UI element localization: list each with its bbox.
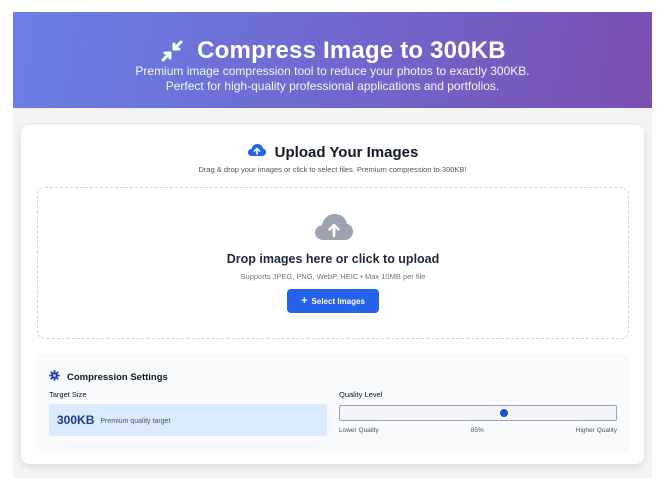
settings-title: Compression Settings (67, 371, 168, 383)
target-size-value: 300KB (57, 413, 95, 427)
quality-level-label: Quality Level (339, 390, 383, 399)
upload-title: Upload Your Images (274, 144, 419, 161)
compression-settings-panel: Compression Settings Target Size 300KB P… (37, 354, 629, 452)
upload-header: Upload Your Images (21, 142, 644, 163)
hero-title-row: Compress Image to 300KB (13, 37, 652, 65)
target-size-label: Target Size (49, 390, 87, 399)
upload-subtitle: Drag & drop your images or click to sele… (198, 165, 467, 174)
quality-value-label: 85% (470, 427, 484, 434)
quality-slider-thumb[interactable] (500, 409, 509, 417)
upload-card: Upload Your Images Drag & drop your imag… (21, 125, 644, 464)
page-title: Compress Image to 300KB (197, 37, 506, 64)
quality-slider[interactable] (339, 405, 617, 421)
quality-min-label: Lower Quality (339, 427, 379, 434)
cloud-upload-icon (314, 212, 354, 242)
cloud-upload-icon (247, 142, 267, 163)
dropzone-title: Drop images here or click to upload (226, 252, 440, 266)
compress-arrows-icon (159, 38, 185, 64)
hero-banner: Compress Image to 300KB Premium image co… (13, 12, 652, 108)
target-size-box: 300KB Premium quality target (49, 404, 327, 436)
dropzone-subtitle: Supports JPEG, PNG, WebP, HEIC • Max 10M… (240, 272, 426, 281)
quality-max-label: Higher Quality (575, 427, 617, 434)
plus-icon: + (301, 294, 308, 307)
select-images-label: Select Images (311, 296, 365, 306)
settings-header: Compression Settings (49, 368, 168, 386)
hero-subtitle: Premium image compression tool to reduce… (135, 64, 530, 93)
gear-icon (49, 368, 60, 386)
quality-slider-labels: Lower Quality 85% Higher Quality (339, 427, 617, 434)
dropzone[interactable]: Drop images here or click to upload Supp… (37, 187, 629, 339)
target-size-note: Premium quality target (100, 417, 171, 425)
select-images-button[interactable]: + Select Images (287, 289, 379, 313)
